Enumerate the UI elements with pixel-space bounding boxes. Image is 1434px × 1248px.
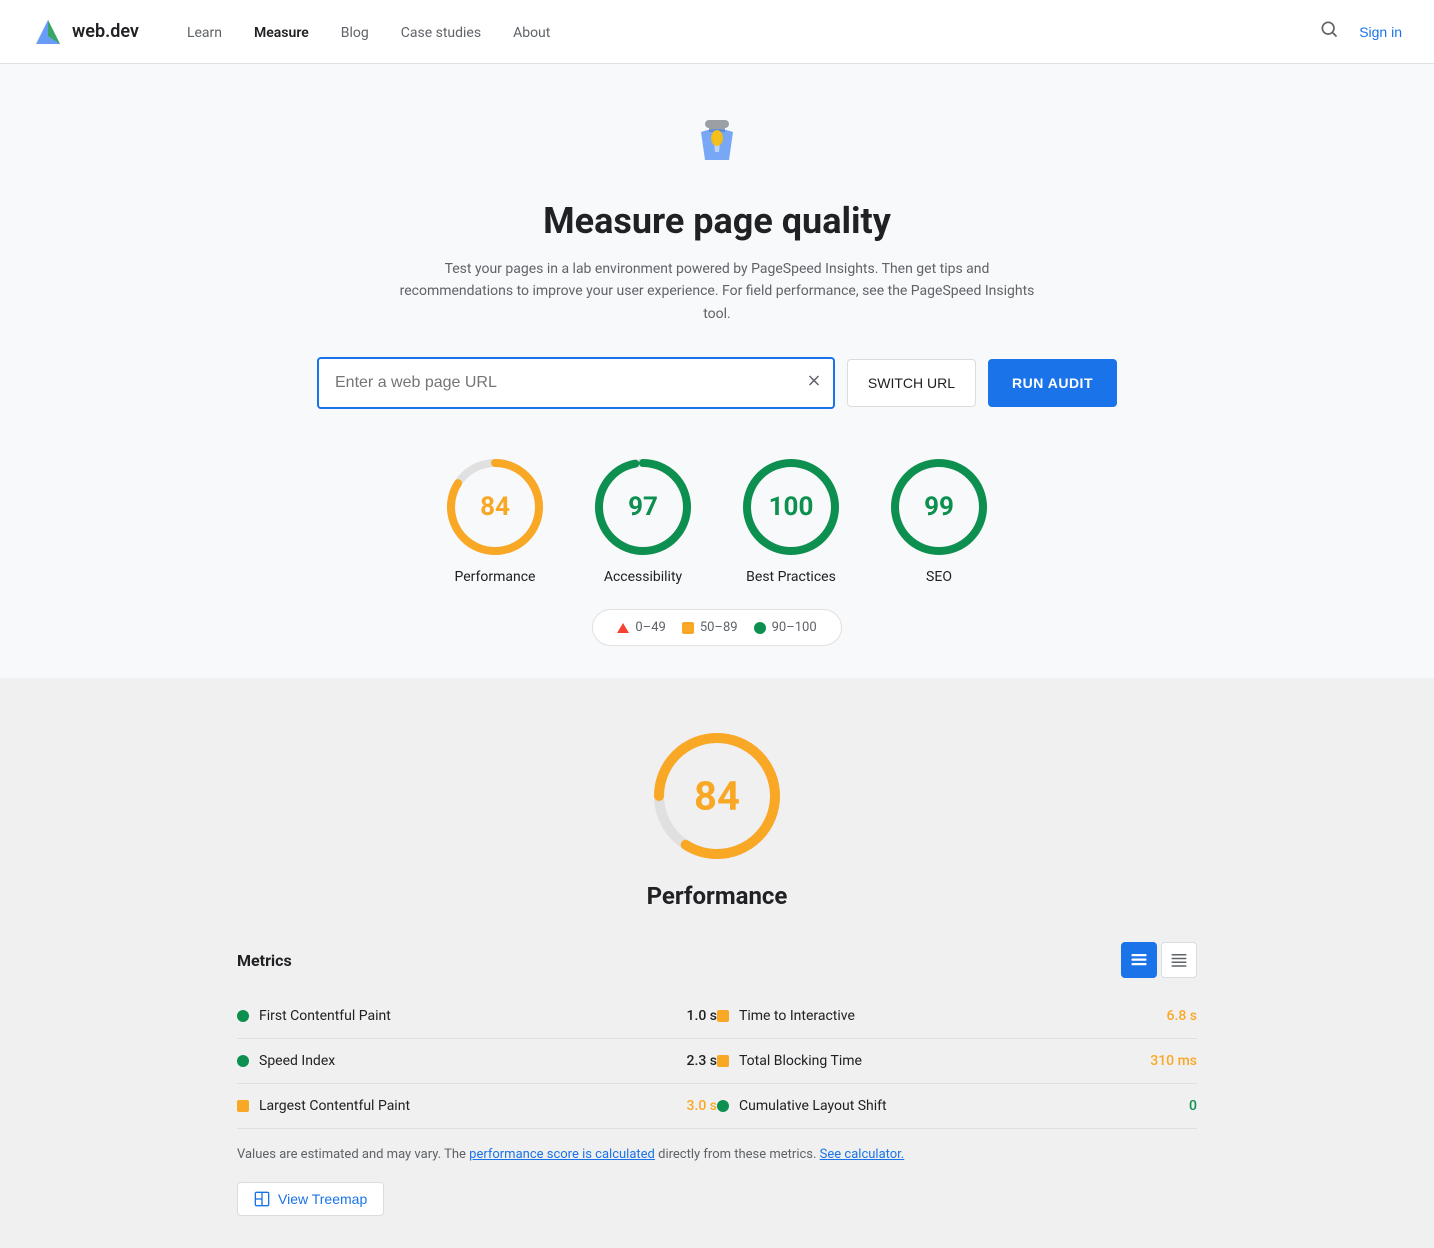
metric-name: Total Blocking Time [739, 1053, 1140, 1069]
metric-dot [237, 1055, 249, 1067]
metric-value: 1.0 s [687, 1008, 718, 1024]
sign-in-button[interactable]: Sign in [1359, 24, 1402, 40]
score-label: Accessibility [593, 569, 693, 585]
metric-name: Largest Contentful Paint [259, 1098, 677, 1114]
switch-url-button[interactable]: SWITCH URL [847, 359, 976, 407]
expanded-view-icon [1130, 951, 1148, 969]
metric-dot [717, 1010, 729, 1022]
metrics-note-text: Values are estimated and may vary. The [237, 1147, 469, 1162]
hero-section: Measure page quality Test your pages in … [0, 64, 1434, 678]
score-label: Best Practices [741, 569, 841, 585]
score-item-seo: 99 SEO [889, 457, 989, 585]
metrics-title: Metrics [237, 951, 292, 970]
fail-icon [617, 623, 629, 633]
score-label: Performance [445, 569, 545, 585]
nav-case-studies[interactable]: Case studies [401, 25, 481, 41]
score-label: SEO [889, 569, 989, 585]
metric-row: Time to Interactive 6.8 s [717, 994, 1197, 1039]
metric-name: Cumulative Layout Shift [739, 1098, 1179, 1114]
score-circle: 97 [593, 457, 693, 557]
view-expanded-button[interactable] [1121, 942, 1157, 978]
perf-score-number: 84 [694, 773, 740, 820]
scores-grid: 84 Performance 97 Accessibility 100 Best… [16, 457, 1418, 585]
nav-about[interactable]: About [513, 25, 550, 41]
view-treemap-button[interactable]: View Treemap [237, 1182, 384, 1216]
url-clear-button[interactable] [805, 372, 823, 395]
metric-value: 310 ms [1150, 1053, 1197, 1069]
metric-row: First Contentful Paint 1.0 s [237, 994, 717, 1039]
calculator-link[interactable]: See calculator. [820, 1147, 905, 1162]
lighthouse-icon [685, 112, 749, 176]
score-number: 99 [924, 492, 954, 522]
legend-average-range: 50–89 [700, 620, 738, 635]
pass-icon [754, 622, 766, 634]
logo[interactable]: web.dev [32, 16, 139, 48]
url-input[interactable] [319, 359, 833, 407]
legend-pass-range: 90–100 [772, 620, 817, 635]
score-number: 84 [480, 492, 510, 522]
metrics-section: Metrics First Contentful Paint 1.0 s [237, 942, 1197, 1216]
metric-name: Time to Interactive [739, 1008, 1157, 1024]
metrics-view-toggle [1121, 942, 1197, 978]
score-circle: 100 [741, 457, 841, 557]
view-compact-button[interactable] [1161, 942, 1197, 978]
logo-text: web.dev [72, 21, 139, 42]
hero-title: Measure page quality [16, 200, 1418, 242]
nav-learn[interactable]: Learn [187, 25, 222, 41]
metrics-note-mid: directly from these metrics. [658, 1147, 820, 1162]
perf-title: Performance [16, 882, 1418, 910]
score-item-best-practices: 100 Best Practices [741, 457, 841, 585]
metric-name: Speed Index [259, 1053, 677, 1069]
close-icon [805, 372, 823, 390]
run-audit-button[interactable]: RUN AUDIT [988, 359, 1117, 407]
nav-blog[interactable]: Blog [341, 25, 369, 41]
metric-row: Largest Contentful Paint 3.0 s [237, 1084, 717, 1129]
metrics-note: Values are estimated and may vary. The p… [237, 1145, 1197, 1166]
metric-value: 0 [1189, 1098, 1197, 1114]
nav-links: Learn Measure Blog Case studies About [187, 22, 550, 41]
metric-dot [237, 1010, 249, 1022]
perf-score-circle: 84 [647, 726, 787, 866]
perf-score-wrapper: 84 Performance [16, 726, 1418, 910]
perf-score-link[interactable]: performance score is calculated [469, 1147, 655, 1162]
metrics-header: Metrics [237, 942, 1197, 978]
metric-dot [237, 1100, 249, 1112]
average-icon [682, 622, 694, 634]
logo-icon [32, 16, 64, 48]
treemap-label: View Treemap [278, 1191, 367, 1207]
score-circle: 99 [889, 457, 989, 557]
score-circle: 84 [445, 457, 545, 557]
score-item-accessibility: 97 Accessibility [593, 457, 693, 585]
metric-dot [717, 1100, 729, 1112]
url-input-wrapper [317, 357, 835, 409]
metric-value: 3.0 s [687, 1098, 718, 1114]
performance-detail: 84 Performance Metrics [0, 678, 1434, 1248]
treemap-icon [254, 1191, 270, 1207]
metrics-grid: First Contentful Paint 1.0 s Speed Index… [237, 994, 1197, 1129]
nav-measure[interactable]: Measure [254, 25, 309, 41]
compact-view-icon [1170, 951, 1188, 969]
score-number: 100 [769, 492, 814, 522]
metric-row: Total Blocking Time 310 ms [717, 1039, 1197, 1084]
legend-fail-range: 0–49 [635, 620, 665, 635]
legend-item-fail: 0–49 [617, 620, 665, 635]
search-button[interactable] [1315, 15, 1343, 49]
metric-row: Speed Index 2.3 s [237, 1039, 717, 1084]
score-number: 97 [628, 492, 658, 522]
metric-value: 2.3 s [687, 1053, 718, 1069]
score-legend: 0–49 50–89 90–100 [592, 609, 841, 646]
score-item-performance: 84 Performance [445, 457, 545, 585]
metric-row: Cumulative Layout Shift 0 [717, 1084, 1197, 1129]
metric-name: First Contentful Paint [259, 1008, 677, 1024]
legend-item-pass: 90–100 [754, 620, 817, 635]
search-icon [1319, 19, 1339, 39]
metric-dot [717, 1055, 729, 1067]
legend-item-average: 50–89 [682, 620, 738, 635]
url-bar: SWITCH URL RUN AUDIT [317, 357, 1117, 409]
hero-description: Test your pages in a lab environment pow… [387, 258, 1047, 325]
metric-value: 6.8 s [1167, 1008, 1198, 1024]
